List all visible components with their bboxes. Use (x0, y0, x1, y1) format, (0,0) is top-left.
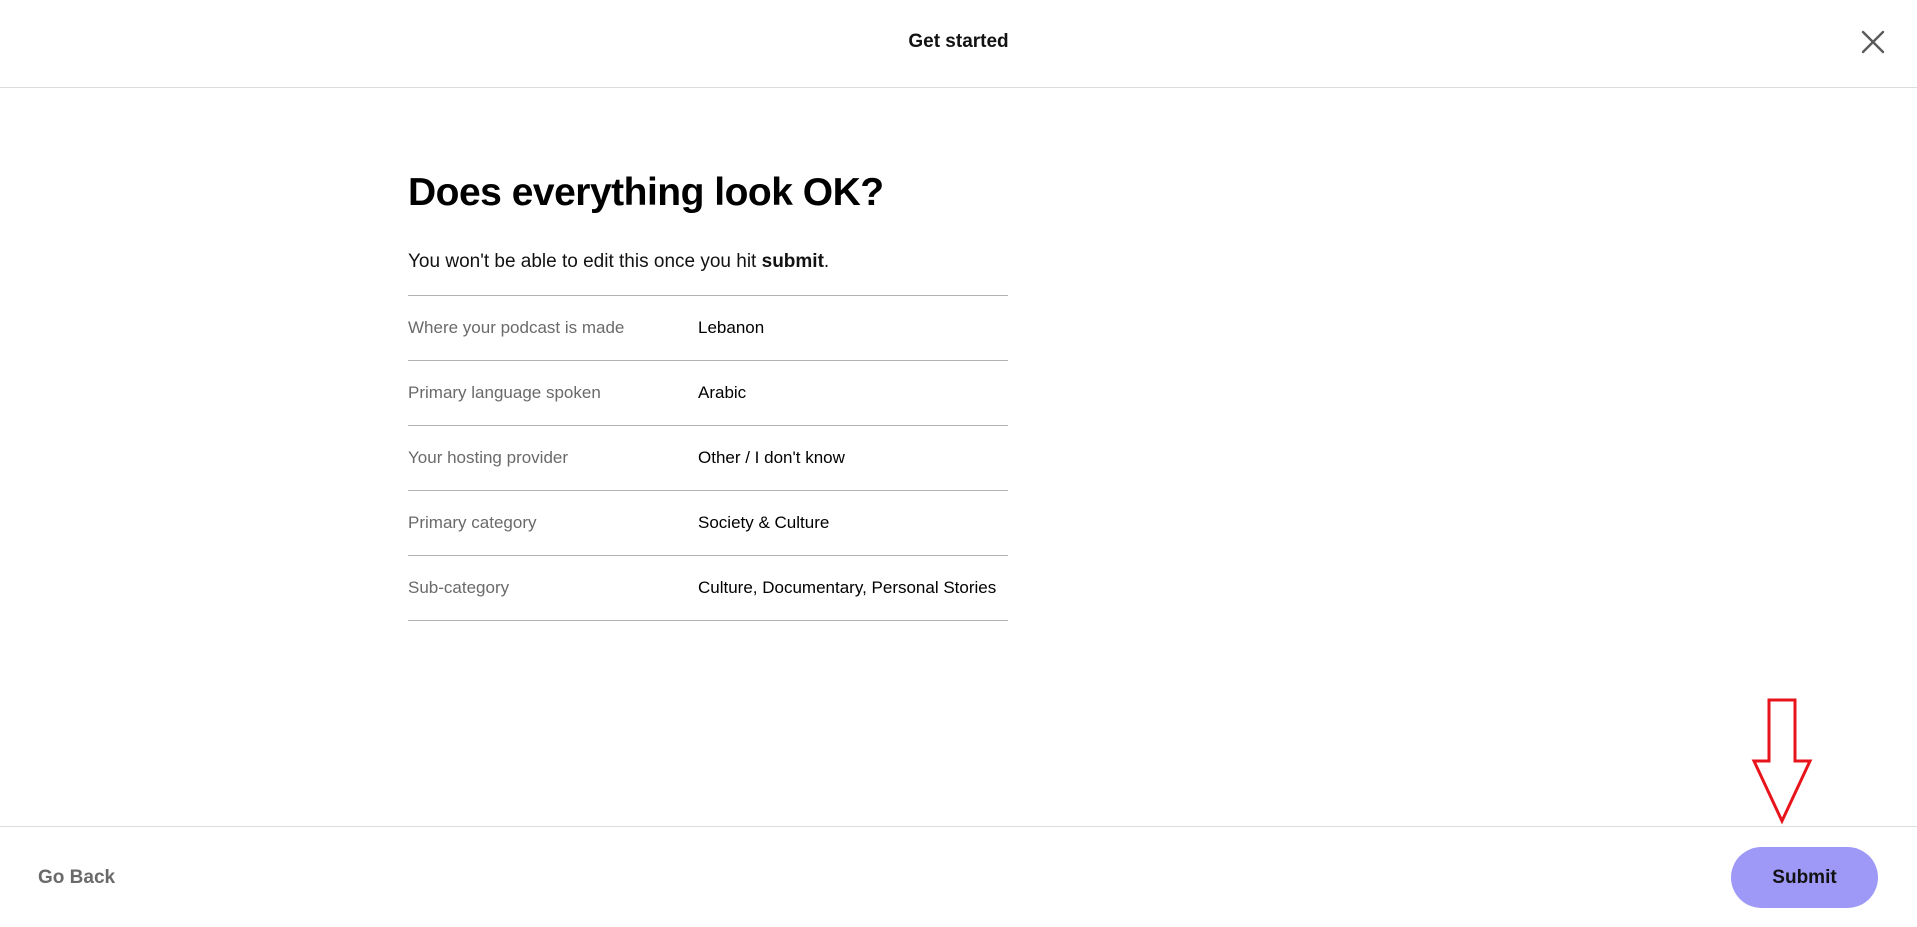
summary-row-label: Primary language spoken (408, 383, 601, 402)
review-notice-text: You won't be able to edit this once you … (408, 251, 762, 272)
summary-table: Where your podcast is made Lebanon Prima… (408, 295, 1008, 621)
page: Get started Does everything look OK? You… (0, 0, 1917, 927)
review-section: Does everything look OK? You won't be ab… (408, 165, 1008, 621)
review-notice: You won't be able to edit this once you … (408, 249, 1008, 275)
review-notice-suffix: . (823, 251, 830, 272)
summary-row-value: Arabic (698, 383, 747, 402)
down-arrow-icon (1751, 697, 1813, 825)
review-notice-emphasis: submit (761, 251, 824, 272)
summary-row-value: Other / I don't know (698, 448, 845, 467)
summary-row-value: Lebanon (698, 318, 765, 337)
summary-row-value: Society & Culture (698, 513, 830, 532)
summary-row-label: Sub-category (408, 578, 510, 597)
close-icon (1858, 27, 1888, 57)
summary-row-category: Primary category Society & Culture (408, 491, 1008, 556)
summary-row-label: Your hosting provider (408, 448, 569, 467)
summary-row-subcategory: Sub-category Culture, Documentary, Perso… (408, 556, 1008, 621)
header: Get started (0, 0, 1917, 88)
close-button[interactable] (1858, 27, 1888, 57)
go-back-button[interactable]: Go Back (38, 867, 115, 889)
submit-button[interactable]: Submit (1731, 847, 1878, 908)
summary-row-label: Primary category (408, 513, 537, 532)
summary-row-label: Where your podcast is made (408, 318, 625, 337)
page-title: Does everything look OK? (408, 171, 884, 214)
summary-row-hosting: Your hosting provider Other / I don't kn… (408, 426, 1008, 491)
footer: Go Back Submit (0, 826, 1917, 927)
page-header-title: Get started (908, 31, 1009, 52)
summary-row-location: Where your podcast is made Lebanon (408, 296, 1008, 361)
summary-row-value: Culture, Documentary, Personal Stories (698, 578, 997, 597)
summary-row-language: Primary language spoken Arabic (408, 361, 1008, 426)
